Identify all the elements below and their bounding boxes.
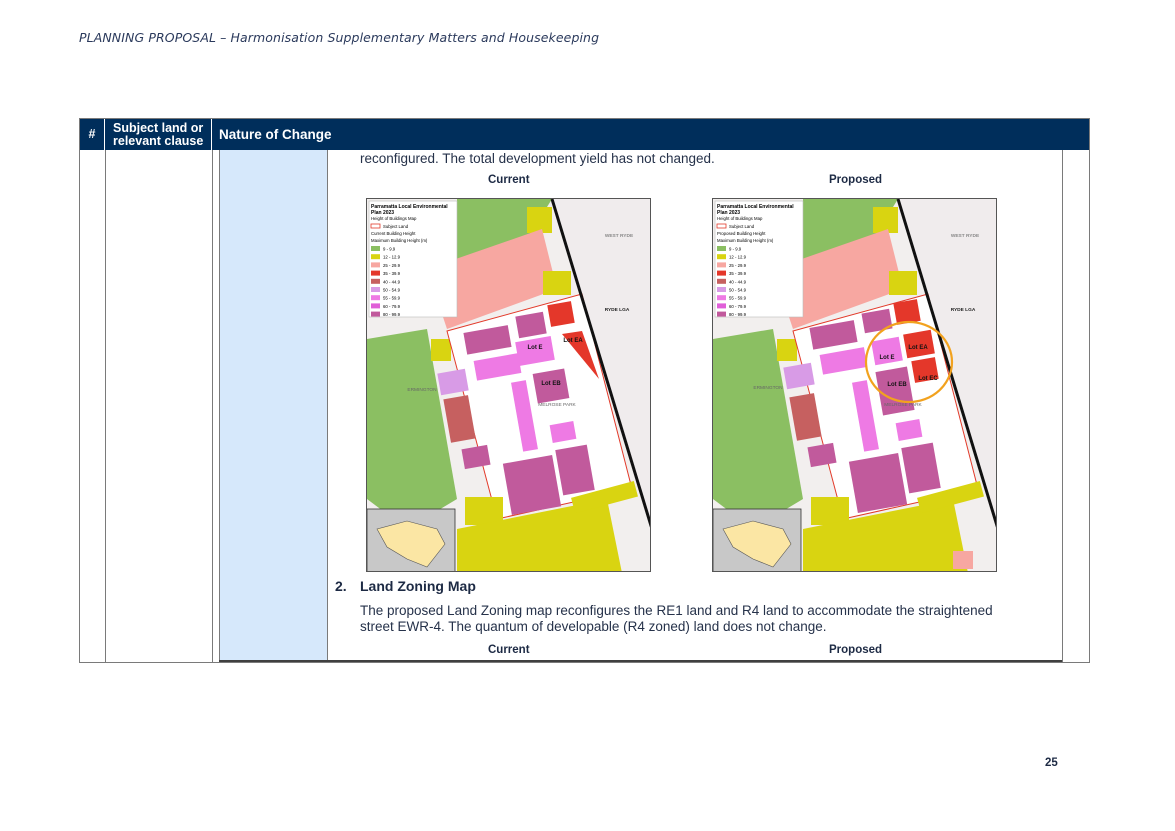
legend-swatch [717,270,726,276]
legend-range-label: 12 - 12.9 [383,255,401,260]
header-number: # [80,119,105,150]
legend-heading-2: Maximum Building Height (m) [717,238,774,243]
legend-swatch [371,246,380,251]
legend-heading: Current Building Height [371,231,416,236]
column-divider [105,150,106,662]
legend-range-label: 9 - 9.9 [383,247,396,252]
ermington-label: ERMINGTON [753,385,783,391]
legend-swatch [717,254,726,260]
page-number: 25 [1045,757,1058,769]
label-proposed: Proposed [829,174,883,186]
ermington-label: ERMINGTON [407,387,437,393]
legend-range-label: 25 - 29.9 [383,263,401,268]
legend-swatch [717,287,726,292]
section-2-number: 2. [335,578,347,594]
header-subject-line1: Subject land or [113,120,204,135]
legend-range-label: 80 - 99.9 [729,312,747,317]
legend-swatch [371,295,380,301]
header-subject-line2: relevant clause [113,133,204,148]
legend-sub: Height of Buildings Map [717,216,763,221]
change-table: # Subject land or relevant clause Nature … [79,118,1090,663]
west-ryde-label: WEST RYDE [605,233,634,239]
label-current-2: Current [488,644,530,656]
legend-swatch [371,287,380,292]
lot-eb-label: Lot EB [541,381,561,387]
lot-ea-label: Lot EA [563,338,583,344]
legend-swatch [371,311,380,317]
legend-swatch [717,246,726,251]
legend-range-label: 9 - 9.9 [729,247,742,252]
legend-swatch [717,311,726,317]
intro-text: reconfigured. The total development yiel… [360,151,715,166]
label-current: Current [488,174,530,186]
legend-swatch [717,303,726,309]
legend-swatch [371,270,380,276]
blue-cell [219,150,328,662]
nature-content: reconfigured. The total development yiel… [328,150,1062,662]
label-proposed-2: Proposed [829,644,883,656]
legend-range-label: 55 - 59.9 [383,296,401,301]
legend-range-label: 80 - 99.9 [383,312,401,317]
legend-range-label: 50 - 54.9 [729,288,747,293]
table-header: # Subject land or relevant clause Nature … [80,119,1089,150]
legend-range-label: 55 - 59.9 [729,296,747,301]
lot-ea-label: Lot EA [908,345,928,351]
legend-swatch [371,278,380,284]
legend-subject: Subject Land [383,224,409,229]
proposed-height-map: Parramatta Local Environmental Plan 2023… [712,198,997,572]
lot-e-label: Lot E [880,355,895,361]
legend-range-label: 35 - 39.9 [383,271,401,276]
legend-sub: Height of Buildings Map [371,216,417,221]
section-2-title: Land Zoning Map [360,578,476,594]
column-divider [1062,150,1063,662]
melrose-label: MELROSE PARK [884,402,922,408]
legend-range-label: 60 - 79.9 [383,304,401,309]
legend-range-label: 25 - 29.9 [729,263,747,268]
legend-swatch [717,262,726,268]
ryde-lga-label: RYDE LGA [605,307,630,313]
current-height-map: Parramatta Local Environmental Plan 2023… [366,198,651,572]
lot-e-label: Lot E [528,345,543,351]
melrose-label: MELROSE PARK [538,402,576,408]
legend-swatch [371,303,380,309]
west-ryde-label: WEST RYDE [951,233,980,239]
ryde-lga-label: RYDE LGA [951,307,976,313]
legend-swatch [371,254,380,260]
legend-range-label: 35 - 39.9 [729,271,747,276]
section-2-line-1: The proposed Land Zoning map reconfigure… [360,603,993,618]
legend-range-label: 40 - 44.9 [729,279,747,284]
lot-eb-label: Lot EB [887,382,907,388]
legend-swatch [717,278,726,284]
column-divider [212,150,213,662]
document-header: PLANNING PROPOSAL – Harmonisation Supple… [79,30,600,45]
legend-swatch [371,262,380,268]
lot-ec-label: Lot EC [918,376,938,382]
section-2-line-2: street EWR-4. The quantum of developable… [360,619,827,634]
legend-subject: Subject Land [729,224,755,229]
legend-heading: Proposed Building Height [717,231,766,236]
header-subject: Subject land or relevant clause [105,119,212,150]
legend-swatch [717,295,726,301]
legend-range-label: 12 - 12.9 [729,255,747,260]
legend-range-label: 40 - 44.9 [383,279,401,284]
legend-range-label: 50 - 54.9 [383,288,401,293]
legend-heading-2: Maximum Building Height (m) [371,238,428,243]
header-nature: Nature of Change [219,127,332,142]
legend-range-label: 60 - 79.9 [729,304,747,309]
